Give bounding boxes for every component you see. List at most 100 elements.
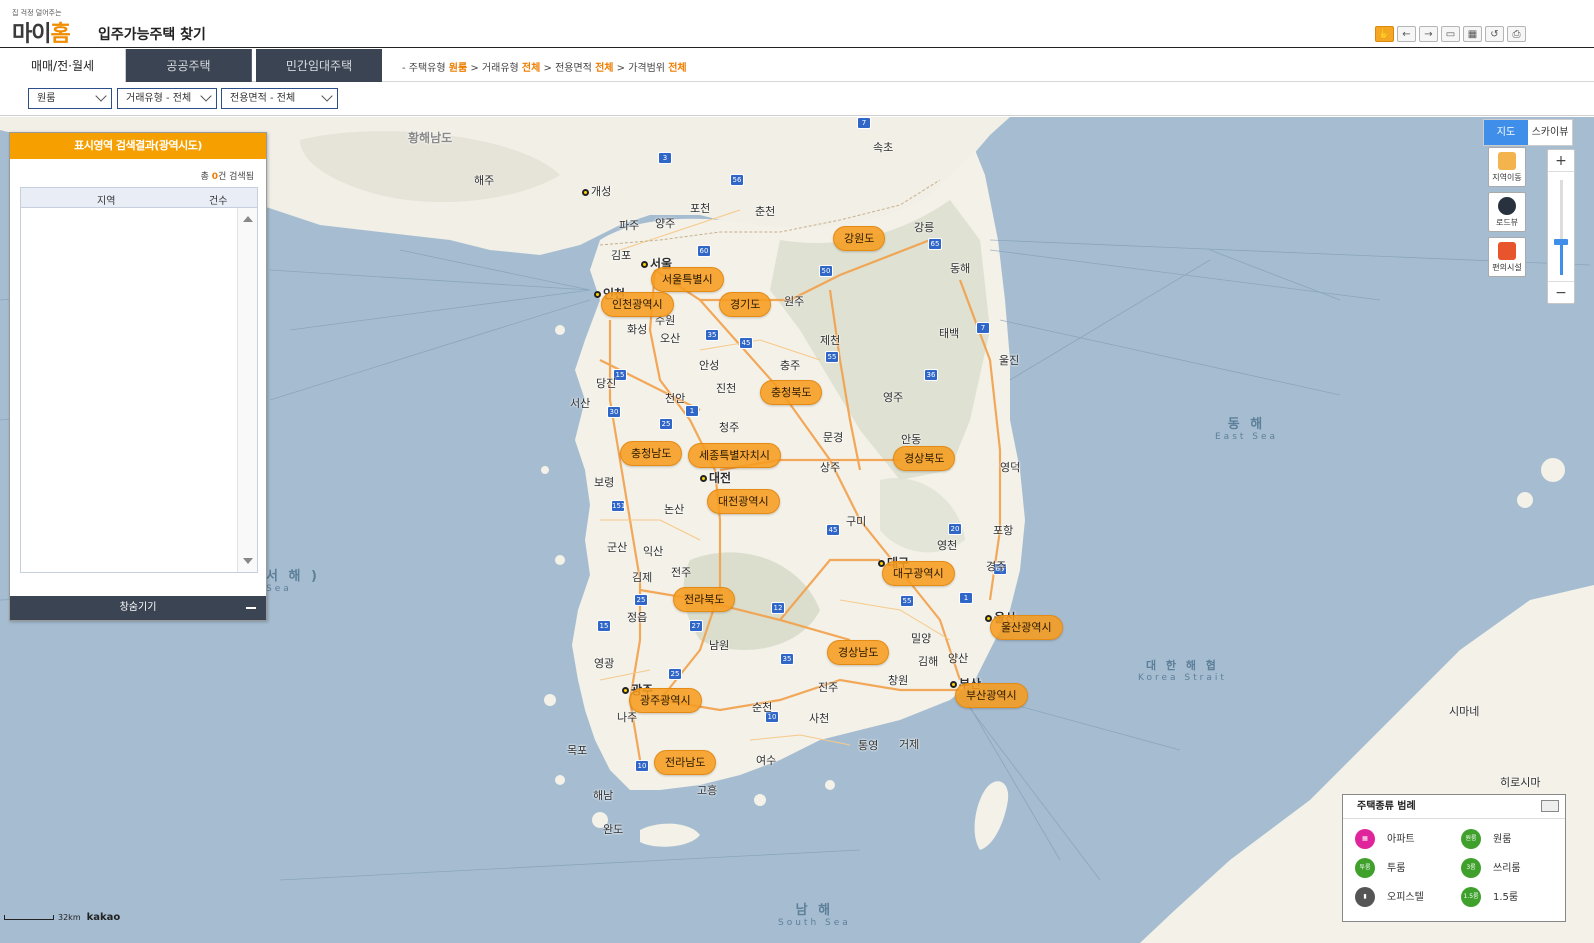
highway-shield: 20 xyxy=(948,523,962,535)
region-cluster-gyeongnam[interactable]: 경상남도 xyxy=(827,640,890,665)
region-cluster-gwangju[interactable]: 광주광역시 xyxy=(629,688,702,713)
column-header-region: 지역 xyxy=(97,196,116,207)
region-cluster-busan[interactable]: 부산광역시 xyxy=(955,683,1028,708)
housing-type-legend: 주택종류 범례 ▦ 아파트 원룸 원룸 투룸 투룸 3룸 쓰리룸 ▮ 오피스텔 1.5룸 1… xyxy=(1342,794,1566,922)
tab-public-housing[interactable]: 공공주택 xyxy=(126,49,252,82)
highway-shield: 7 xyxy=(857,117,871,129)
city-label: 정읍 xyxy=(627,611,648,624)
result-table: 지역 건수 xyxy=(20,187,258,573)
result-scrollbar[interactable] xyxy=(237,208,257,572)
highway-shield: 1 xyxy=(959,592,973,604)
roadview-button[interactable]: 로드뷰 xyxy=(1488,192,1526,232)
app-header: 집 걱정 덜어주는 마이홈 입주가능주택 찾기 ✋ ← → ▭ ▦ ↺ ⎙ xyxy=(0,0,1594,48)
city-label: 나주 xyxy=(617,711,638,724)
region-cluster-daegu[interactable]: 대구광역시 xyxy=(882,561,955,586)
city-label: 제천 xyxy=(820,334,841,347)
three-room-pin-icon: 3룸 xyxy=(1461,858,1481,878)
sea-label-west: 서 해 ) Sea xyxy=(266,569,320,594)
highway-shield: 25 xyxy=(668,668,682,680)
city-label: 문경 xyxy=(823,431,844,444)
region-cluster-gyeonggi[interactable]: 경기도 xyxy=(719,292,772,317)
measure-area-icon[interactable]: ▦ xyxy=(1463,26,1482,42)
housing-type-select[interactable]: 원룸 xyxy=(28,88,112,109)
city-label: 속초 xyxy=(873,141,894,154)
zoom-out-button[interactable]: − xyxy=(1548,281,1574,303)
facility-button[interactable]: 편의시설 xyxy=(1488,237,1526,277)
region-cluster-sejong[interactable]: 세종특별자치시 xyxy=(688,443,781,468)
filter-bar: 원룸 거래유형 - 전체 전용면적 - 전체 xyxy=(0,83,1594,116)
highway-shield: 55 xyxy=(900,595,914,607)
region-cluster-ulsan[interactable]: 울산광역시 xyxy=(990,615,1063,640)
area-select[interactable]: 전용면적 - 전체 xyxy=(221,88,338,109)
highway-shield: 12 xyxy=(771,602,785,614)
zoom-slider-fill xyxy=(1560,241,1563,275)
city-label: 사천 xyxy=(809,712,830,725)
legend-minimize-button[interactable] xyxy=(1541,800,1559,812)
region-cluster-daejeon[interactable]: 대전광역시 xyxy=(707,489,780,514)
tab-private-rental[interactable]: 민간임대주택 xyxy=(256,49,382,82)
region-cluster-chungnam[interactable]: 충청남도 xyxy=(620,441,683,466)
column-header-count: 건수 xyxy=(209,196,228,207)
city-label: 오산 xyxy=(660,332,681,345)
back-arrow-icon[interactable]: ← xyxy=(1397,26,1416,42)
highway-shield: 1 xyxy=(685,405,699,417)
sea-label-east: 동 해 East Sea xyxy=(1215,417,1279,442)
city-label: 진천 xyxy=(716,382,737,395)
city-label: 양산 xyxy=(948,652,969,665)
store-icon xyxy=(1498,242,1516,260)
scroll-up-icon[interactable] xyxy=(243,216,253,222)
legend-item-one-half-room: 1.5룸 1.5룸 xyxy=(1461,887,1518,907)
apartment-pin-icon: ▦ xyxy=(1355,829,1375,849)
map-type-skyview-button[interactable]: 스카이뷰 xyxy=(1528,120,1572,145)
map-type-toggle: 지도 스카이뷰 xyxy=(1483,119,1573,146)
city-label: 파주 xyxy=(619,219,640,232)
one-room-pin-icon: 원룸 xyxy=(1461,829,1481,849)
city-label: 영광 xyxy=(594,657,615,670)
zoom-slider-handle[interactable] xyxy=(1554,238,1568,245)
zoom-in-button[interactable]: + xyxy=(1548,150,1574,172)
highway-shield: 55 xyxy=(825,351,839,363)
logo-text: 마이홈 xyxy=(12,22,71,47)
city-label: 시마네 xyxy=(1449,705,1480,718)
reset-icon[interactable]: ↺ xyxy=(1485,26,1504,42)
city-label: 안성 xyxy=(699,359,720,372)
city-label: 원주 xyxy=(784,295,805,308)
result-table-header: 지역 건수 xyxy=(21,188,257,208)
tab-sale-rent[interactable]: 매매/전·월세 xyxy=(0,49,126,82)
city-label: 보령 xyxy=(594,476,615,489)
chevron-down-icon xyxy=(95,90,107,102)
city-label: 해주 xyxy=(474,174,495,187)
city-label: 완도 xyxy=(603,823,624,836)
highway-shield: 25 xyxy=(634,594,648,606)
measure-distance-icon[interactable]: ▭ xyxy=(1441,26,1460,42)
location-pin-icon xyxy=(1498,152,1516,170)
city-dot-icon xyxy=(641,261,648,268)
legend-item-two-room: 투룸 투룸 xyxy=(1355,858,1405,878)
region-cluster-jeonnam[interactable]: 전라남도 xyxy=(654,750,717,775)
map-type-map-button[interactable]: 지도 xyxy=(1484,120,1528,145)
forward-arrow-icon[interactable]: → xyxy=(1419,26,1438,42)
deal-type-select[interactable]: 거래유형 - 전체 xyxy=(117,88,217,109)
highway-shield: 60 xyxy=(697,245,711,257)
region-cluster-seoul[interactable]: 서울특별시 xyxy=(651,267,724,292)
region-cluster-gangwon[interactable]: 강원도 xyxy=(833,226,886,251)
city-label: 통영 xyxy=(858,739,879,752)
highway-shield: 30 xyxy=(607,406,621,418)
myhome-logo[interactable]: 집 걱정 덜어주는 마이홈 xyxy=(12,8,92,47)
hide-panel-button[interactable]: 창숨기기 xyxy=(10,596,266,620)
city-label: 익산 xyxy=(643,545,664,558)
region-cluster-gyeongbuk[interactable]: 경상북도 xyxy=(893,446,956,471)
region-move-button[interactable]: 지역이동 xyxy=(1488,147,1526,187)
city-label: 안동 xyxy=(901,433,922,446)
region-cluster-jeonbuk[interactable]: 전라북도 xyxy=(673,587,736,612)
region-cluster-chungbuk[interactable]: 충청북도 xyxy=(760,380,823,405)
pan-hand-icon[interactable]: ✋ xyxy=(1375,26,1394,42)
city-label: 화성 xyxy=(627,323,648,336)
scroll-down-icon[interactable] xyxy=(243,558,253,564)
map-toolbar: ✋ ← → ▭ ▦ ↺ ⎙ xyxy=(1375,26,1526,42)
print-icon[interactable]: ⎙ xyxy=(1507,26,1526,42)
highway-shield: 25 xyxy=(659,418,673,430)
city-dot-icon xyxy=(700,475,707,482)
region-cluster-incheon[interactable]: 인천광역시 xyxy=(601,292,674,317)
page-title: 입주가능주택 찾기 xyxy=(98,27,206,43)
